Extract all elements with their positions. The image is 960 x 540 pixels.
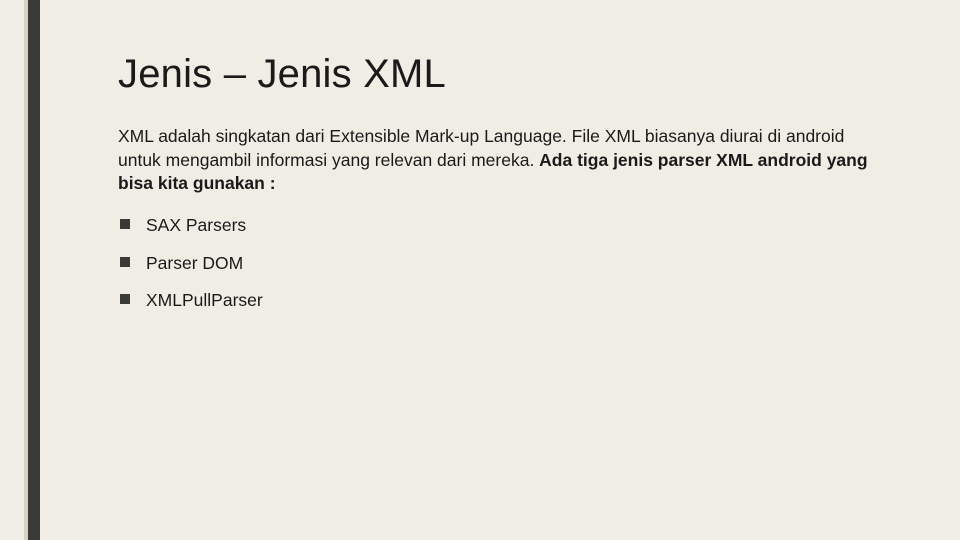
list-item: XMLPullParser bbox=[118, 289, 890, 313]
bullet-list: SAX Parsers Parser DOM XMLPullParser bbox=[118, 214, 890, 313]
list-item: SAX Parsers bbox=[118, 214, 890, 238]
slide-content: Jenis – Jenis XML XML adalah singkatan d… bbox=[118, 52, 890, 327]
slide-body: XML adalah singkatan dari Extensible Mar… bbox=[118, 125, 890, 196]
accent-bar bbox=[28, 0, 40, 540]
slide-title: Jenis – Jenis XML bbox=[118, 52, 890, 97]
list-item: Parser DOM bbox=[118, 252, 890, 276]
